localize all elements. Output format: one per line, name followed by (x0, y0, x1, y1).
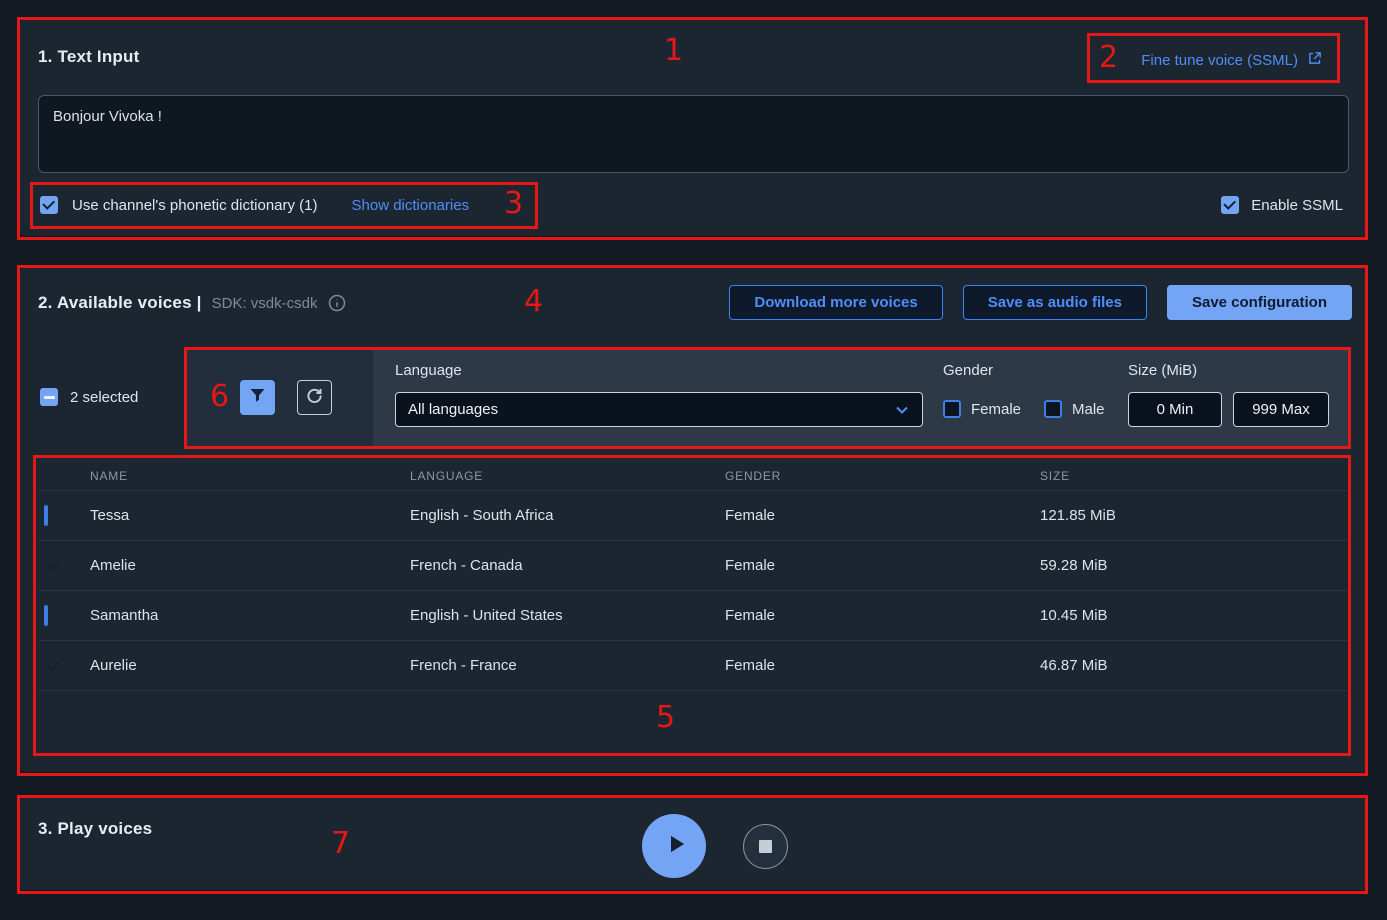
sdk-label: SDK: vsdk-csdk (212, 295, 318, 312)
refresh-button[interactable] (297, 380, 332, 415)
table-row[interactable]: Samantha English - United States Female … (38, 591, 1349, 641)
save-as-audio-files-button[interactable]: Save as audio files (963, 285, 1147, 320)
voices-table-body: Tessa English - South Africa Female 121.… (38, 491, 1349, 691)
available-voices-section: 2. Available voices | SDK: vsdk-csdk Dow… (20, 268, 1367, 772)
table-row[interactable]: Tessa English - South Africa Female 121.… (38, 491, 1349, 541)
voice-language: English - South Africa (410, 507, 725, 524)
male-checkbox[interactable] (1044, 400, 1062, 418)
play-button[interactable] (642, 814, 706, 878)
play-voices-section: 3. Play voices (20, 798, 1367, 890)
voice-gender: Female (725, 557, 1040, 574)
header-size: SIZE (1040, 469, 1349, 483)
voice-size: 10.45 MiB (1040, 607, 1349, 624)
fine-tune-voice-label: Fine tune voice (SSML) (1141, 52, 1298, 69)
show-dictionaries-link[interactable]: Show dictionaries (352, 197, 470, 214)
language-select[interactable]: All languages (395, 392, 923, 427)
row-checkbox[interactable] (44, 605, 48, 626)
external-link-icon (1306, 50, 1323, 71)
header-name: NAME (90, 469, 410, 483)
voice-language: French - Canada (410, 557, 725, 574)
gender-filter-label: Gender (943, 362, 993, 379)
filter-bar: Language All languages Gender Female Mal… (186, 348, 1349, 447)
download-more-voices-button[interactable]: Download more voices (729, 285, 942, 320)
voice-gender: Female (725, 507, 1040, 524)
voice-name: Samantha (90, 607, 410, 624)
voices-table: NAME LANGUAGE GENDER SIZE Tessa English … (38, 462, 1349, 691)
save-configuration-button[interactable]: Save configuration (1167, 285, 1352, 320)
voice-gender: Female (725, 657, 1040, 674)
voice-gender: Female (725, 607, 1040, 624)
voice-name: Amelie (90, 557, 410, 574)
female-label: Female (971, 401, 1021, 418)
header-gender: GENDER (725, 469, 1040, 483)
voice-size: 121.85 MiB (1040, 507, 1349, 524)
size-min-input[interactable] (1128, 392, 1222, 427)
male-label: Male (1072, 401, 1105, 418)
section1-title: 1. Text Input (38, 47, 139, 67)
refresh-icon (304, 385, 325, 411)
stop-icon (759, 840, 772, 853)
female-checkbox[interactable] (943, 400, 961, 418)
voice-size: 59.28 MiB (1040, 557, 1349, 574)
phonetic-dictionary-checkbox[interactable] (40, 196, 58, 214)
voice-language: French - France (410, 657, 725, 674)
filter-button[interactable] (240, 380, 275, 415)
size-filter-label: Size (MiB) (1128, 362, 1197, 379)
play-icon (658, 829, 691, 864)
filter-actions-panel (186, 348, 373, 447)
language-filter-label: Language (395, 362, 462, 379)
section2-title: 2. Available voices | (38, 293, 202, 313)
chevron-down-icon (892, 400, 912, 420)
info-icon[interactable] (327, 293, 347, 313)
select-all-checkbox[interactable] (40, 388, 58, 406)
size-max-input[interactable] (1233, 392, 1329, 427)
funnel-icon (247, 385, 268, 411)
enable-ssml-label: Enable SSML (1251, 197, 1343, 214)
voice-name: Aurelie (90, 657, 410, 674)
voices-table-header: NAME LANGUAGE GENDER SIZE (38, 462, 1349, 491)
voice-language: English - United States (410, 607, 725, 624)
fine-tune-voice-link[interactable]: Fine tune voice (SSML) (1141, 50, 1323, 71)
voice-size: 46.87 MiB (1040, 657, 1349, 674)
text-input-section: 1. Text Input Fine tune voice (SSML) Bon… (20, 20, 1367, 236)
section3-title: 3. Play voices (38, 819, 152, 839)
header-language: LANGUAGE (410, 469, 725, 483)
row-checkbox[interactable] (44, 505, 48, 526)
table-row[interactable]: Amelie French - Canada Female 59.28 MiB (38, 541, 1349, 591)
tts-text-input[interactable]: Bonjour Vivoka ! (38, 95, 1349, 173)
selected-count-label: 2 selected (70, 389, 138, 406)
language-select-value: All languages (408, 401, 498, 418)
voice-name: Tessa (90, 507, 410, 524)
table-row[interactable]: Aurelie French - France Female 46.87 MiB (38, 641, 1349, 691)
stop-button[interactable] (743, 824, 788, 869)
phonetic-dictionary-label: Use channel's phonetic dictionary (1) (72, 197, 318, 214)
enable-ssml-checkbox[interactable] (1221, 196, 1239, 214)
